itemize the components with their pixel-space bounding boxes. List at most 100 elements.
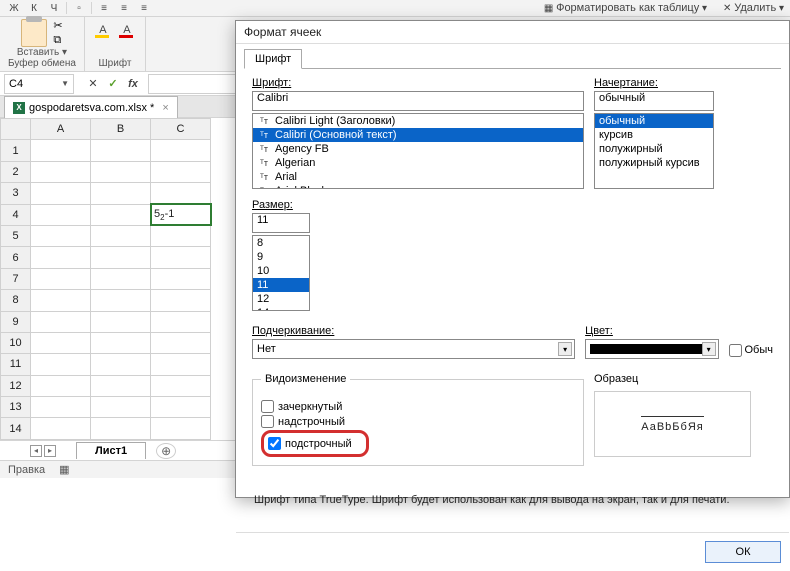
column-header-c[interactable]: C bbox=[151, 119, 211, 140]
column-header-a[interactable]: A bbox=[31, 119, 91, 140]
truetype-hint: Шрифт типа TrueType. Шрифт будет использ… bbox=[254, 494, 730, 506]
subscript-highlight: подстрочный bbox=[261, 430, 369, 457]
fill-color-button[interactable]: A bbox=[93, 21, 113, 39]
paste-label: Вставить ▾ bbox=[17, 47, 67, 58]
strikethrough-checkbox[interactable] bbox=[261, 400, 274, 413]
underline-combo[interactable]: Нет ▾ bbox=[252, 339, 575, 359]
macro-record-icon[interactable]: ▦ bbox=[59, 463, 69, 476]
effects-fieldset: Видоизменение зачеркнутый надстрочный по… bbox=[252, 379, 584, 466]
chevron-down-icon[interactable]: ▼ bbox=[61, 79, 69, 88]
ribbon-formatting-strip: Ж К Ч ▫ ≡ ≡ ≡ ▦ Форматировать как таблиц… bbox=[0, 0, 790, 17]
style-listbox[interactable]: обычный курсив полужирный полужирный кур… bbox=[594, 113, 714, 189]
align-right-button[interactable]: ≡ bbox=[136, 1, 152, 15]
cell-c4[interactable]: 52-1 bbox=[151, 204, 211, 225]
truetype-icon: ᵀᴛ bbox=[257, 158, 271, 168]
row-header[interactable]: 1 bbox=[1, 140, 31, 161]
column-header-b[interactable]: B bbox=[91, 119, 151, 140]
bold-button[interactable]: Ж bbox=[6, 1, 22, 15]
sample-label: Образец bbox=[594, 373, 751, 385]
font-option[interactable]: ᵀᴛCalibri Light (Заголовки) bbox=[253, 114, 583, 128]
size-option[interactable]: 14 bbox=[253, 306, 309, 311]
row-header[interactable]: 9 bbox=[1, 311, 31, 332]
normal-font-label: Обыч bbox=[745, 344, 774, 356]
clipboard-group-label: Буфер обмена bbox=[8, 58, 76, 69]
size-input[interactable]: 11 bbox=[252, 213, 310, 233]
row-header[interactable]: 13 bbox=[1, 397, 31, 418]
row-header[interactable]: 4 bbox=[1, 204, 31, 225]
status-mode: Правка bbox=[8, 464, 45, 476]
add-sheet-button[interactable]: ⊕ bbox=[156, 443, 176, 459]
workbook-tab[interactable]: X gospodaretsva.com.xlsx * × bbox=[4, 96, 178, 118]
size-option[interactable]: 9 bbox=[253, 250, 309, 264]
size-listbox[interactable]: 8 9 10 11 12 14 bbox=[252, 235, 310, 311]
font-input[interactable]: Calibri bbox=[252, 91, 584, 111]
align-center-button[interactable]: ≡ bbox=[116, 1, 132, 15]
underline-button[interactable]: Ч bbox=[46, 1, 62, 15]
cut-icon[interactable]: ✂ bbox=[53, 19, 62, 32]
style-option[interactable]: полужирный bbox=[595, 142, 713, 156]
font-option[interactable]: ᵀᴛArial bbox=[253, 170, 583, 184]
row-header[interactable]: 5 bbox=[1, 225, 31, 246]
border-button[interactable]: ▫ bbox=[71, 1, 87, 15]
align-left-button[interactable]: ≡ bbox=[96, 1, 112, 15]
chevron-down-icon[interactable]: ▾ bbox=[558, 342, 572, 356]
font-field-label: Шрифт: bbox=[252, 77, 584, 89]
style-option[interactable]: полужирный курсив bbox=[595, 156, 713, 170]
effects-legend: Видоизменение bbox=[261, 373, 350, 385]
fx-button[interactable]: fx bbox=[124, 75, 142, 93]
size-option[interactable]: 11 bbox=[253, 278, 309, 292]
style-field-label: Начертание: bbox=[594, 77, 714, 89]
font-color-button[interactable]: A bbox=[117, 21, 137, 39]
row-header[interactable]: 2 bbox=[1, 161, 31, 182]
excel-icon: X bbox=[13, 102, 25, 114]
row-header[interactable]: 8 bbox=[1, 290, 31, 311]
style-input[interactable]: обычный bbox=[594, 91, 714, 111]
truetype-icon: ᵀᴛ bbox=[257, 144, 271, 154]
row-header[interactable]: 7 bbox=[1, 268, 31, 289]
confirm-edit-button[interactable]: ✓ bbox=[104, 75, 122, 93]
sheet-nav-first-icon[interactable]: ◂ bbox=[30, 445, 42, 457]
font-option[interactable]: ᵀᴛAlgerian bbox=[253, 156, 583, 170]
sheet-tab[interactable]: Лист1 bbox=[76, 442, 146, 459]
copy-icon[interactable]: ⧉ bbox=[53, 34, 62, 47]
select-all-corner[interactable] bbox=[1, 119, 31, 140]
row-header[interactable]: 6 bbox=[1, 247, 31, 268]
format-as-table-button[interactable]: ▦ Форматировать как таблицу ▾ bbox=[544, 2, 707, 14]
row-header[interactable]: 12 bbox=[1, 375, 31, 396]
cancel-edit-button[interactable]: ✕ bbox=[84, 75, 102, 93]
size-option[interactable]: 10 bbox=[253, 264, 309, 278]
font-option[interactable]: ᵀᴛCalibri (Основной текст) bbox=[253, 128, 583, 142]
size-option[interactable]: 12 bbox=[253, 292, 309, 306]
delete-button[interactable]: ✕ Удалить ▾ bbox=[723, 2, 784, 14]
row-header[interactable]: 3 bbox=[1, 183, 31, 204]
dialog-title: Формат ячеек bbox=[236, 21, 789, 44]
size-option[interactable]: 8 bbox=[253, 236, 309, 250]
sheet-nav-last-icon[interactable]: ▸ bbox=[44, 445, 56, 457]
dialog-tabstrip: Шрифт bbox=[236, 44, 789, 68]
close-icon[interactable]: × bbox=[162, 102, 168, 114]
row-header[interactable]: 11 bbox=[1, 354, 31, 375]
ok-button[interactable]: ОК bbox=[705, 541, 781, 563]
font-listbox[interactable]: ᵀᴛCalibri Light (Заголовки) ᵀᴛCalibri (О… bbox=[252, 113, 584, 189]
superscript-checkbox[interactable] bbox=[261, 415, 274, 428]
normal-font-checkbox[interactable] bbox=[729, 344, 742, 357]
tab-font[interactable]: Шрифт bbox=[244, 49, 302, 69]
row-header[interactable]: 14 bbox=[1, 418, 31, 440]
italic-button[interactable]: К bbox=[26, 1, 42, 15]
color-combo[interactable]: ▾ bbox=[585, 339, 718, 359]
color-field-label: Цвет: bbox=[585, 325, 718, 337]
row-header[interactable]: 10 bbox=[1, 332, 31, 353]
paste-icon[interactable] bbox=[21, 19, 47, 47]
font-group: A A Шрифт bbox=[85, 17, 146, 71]
font-option[interactable]: ᵀᴛArial Black bbox=[253, 184, 583, 189]
subscript-checkbox[interactable] bbox=[268, 437, 281, 450]
underline-field-label: Подчеркивание: bbox=[252, 325, 575, 337]
format-cells-dialog: Формат ячеек Шрифт Шрифт: Calibri ᵀᴛCali… bbox=[235, 20, 790, 498]
name-box[interactable]: C4 ▼ bbox=[4, 74, 74, 94]
truetype-icon: ᵀᴛ bbox=[257, 172, 271, 182]
chevron-down-icon[interactable]: ▾ bbox=[702, 342, 716, 356]
style-option[interactable]: курсив bbox=[595, 128, 713, 142]
sample-preview: АаВbБбЯя bbox=[594, 391, 751, 457]
font-option[interactable]: ᵀᴛAgency FB bbox=[253, 142, 583, 156]
style-option[interactable]: обычный bbox=[595, 114, 713, 128]
